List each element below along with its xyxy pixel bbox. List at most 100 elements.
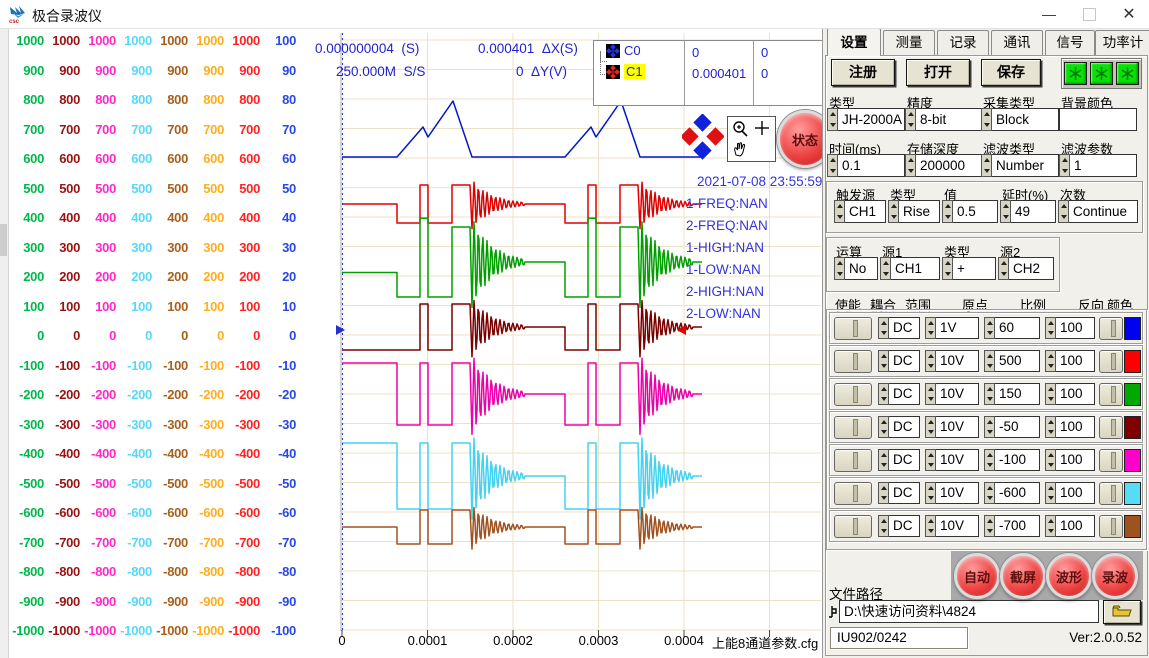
range-field[interactable]: 10V: [925, 482, 979, 504]
time-field[interactable]: 0.1: [827, 154, 905, 177]
coupling-field[interactable]: DC: [878, 515, 920, 537]
tab-signal[interactable]: 信号: [1045, 30, 1095, 55]
coupling-field[interactable]: DC: [878, 416, 920, 438]
nav-diamond-icon[interactable]: [682, 114, 724, 164]
bg-color-field[interactable]: [1059, 108, 1137, 131]
filter-type-field[interactable]: Number: [981, 154, 1059, 177]
spinner-arrows[interactable]: [878, 383, 889, 405]
spinner-arrows[interactable]: [1045, 416, 1056, 438]
invert-toggle[interactable]: [1099, 317, 1123, 340]
origin-field[interactable]: -700: [984, 515, 1040, 537]
spinner-arrows[interactable]: [1045, 350, 1056, 372]
range-field[interactable]: 1V: [925, 317, 979, 339]
zoom-tool-icon[interactable]: [731, 120, 749, 138]
range-field[interactable]: 10V: [925, 383, 979, 405]
spinner-arrows[interactable]: [925, 416, 936, 438]
pan-hand-tool-icon[interactable]: [732, 141, 749, 158]
range-field[interactable]: 10V: [925, 350, 979, 372]
acquire-type-field[interactable]: Block: [981, 108, 1059, 131]
origin-field[interactable]: -50: [984, 416, 1040, 438]
screenshot-button[interactable]: 截屏: [1000, 553, 1046, 599]
coupling-field[interactable]: DC: [878, 482, 920, 504]
origin-field[interactable]: 500: [984, 350, 1040, 372]
coupling-field[interactable]: DC: [878, 317, 920, 339]
spinner-arrows[interactable]: [925, 383, 936, 405]
spinner-arrows[interactable]: [1045, 482, 1056, 504]
invert-toggle[interactable]: [1099, 449, 1123, 472]
scale-field[interactable]: 100: [1045, 482, 1095, 504]
channel-color-swatch[interactable]: [1124, 449, 1141, 472]
channel-color-swatch[interactable]: [1124, 416, 1141, 439]
channel-color-swatch[interactable]: [1124, 383, 1141, 406]
spinner-arrows[interactable]: [878, 317, 889, 339]
origin-field[interactable]: -600: [984, 482, 1040, 504]
cursor-row-c1[interactable]: C10.0004010: [594, 64, 823, 85]
scale-field[interactable]: 100: [1045, 317, 1095, 339]
save-button[interactable]: 保存: [981, 59, 1041, 86]
waveform-button[interactable]: 波形: [1046, 553, 1092, 599]
invert-toggle[interactable]: [1099, 416, 1123, 439]
spinner-arrows[interactable]: [925, 449, 936, 471]
invert-toggle[interactable]: [1099, 383, 1123, 406]
spinner-arrows[interactable]: [878, 350, 889, 372]
tab-power[interactable]: 功率计: [1095, 30, 1149, 55]
maximize-button[interactable]: [1069, 0, 1109, 28]
record-button[interactable]: 录波: [1092, 553, 1138, 599]
spinner-arrows[interactable]: [1045, 317, 1056, 339]
spinner-arrows[interactable]: [925, 350, 936, 372]
channel-color-swatch[interactable]: [1124, 317, 1141, 340]
spinner-arrows[interactable]: [925, 482, 936, 504]
spinner-arrows[interactable]: [827, 108, 838, 131]
spinner-arrows[interactable]: [981, 154, 992, 177]
coupling-field[interactable]: DC: [878, 383, 920, 405]
device-id-field[interactable]: IU902/0242: [830, 627, 968, 649]
spinner-arrows[interactable]: [878, 482, 889, 504]
spinner-arrows[interactable]: [984, 317, 995, 339]
spinner-arrows[interactable]: [981, 108, 992, 131]
coupling-field[interactable]: DC: [878, 449, 920, 471]
type-field[interactable]: JH-2000A: [827, 108, 905, 131]
left-scrollbar-thumb[interactable]: [0, 224, 7, 256]
cursor-move-tool-icon[interactable]: [754, 120, 770, 136]
channel-color-swatch[interactable]: [1124, 515, 1141, 538]
browse-folder-button[interactable]: [1103, 600, 1141, 624]
spinner-arrows[interactable]: [905, 108, 916, 131]
enable-toggle[interactable]: [834, 482, 872, 505]
spinner-arrows[interactable]: [905, 154, 916, 177]
enable-toggle[interactable]: [834, 416, 872, 439]
spinner-arrows[interactable]: [925, 317, 936, 339]
minimize-button[interactable]: —: [1029, 0, 1069, 28]
origin-field[interactable]: 150: [984, 383, 1040, 405]
depth-field[interactable]: 200000: [905, 154, 983, 177]
spinner-arrows[interactable]: [984, 416, 995, 438]
tab-record[interactable]: 记录: [937, 30, 989, 55]
open-button[interactable]: 打开: [906, 59, 970, 86]
invert-toggle[interactable]: [1099, 482, 1123, 505]
spinner-arrows[interactable]: [878, 449, 889, 471]
register-button[interactable]: 注册: [831, 59, 895, 86]
spinner-arrows[interactable]: [878, 515, 889, 537]
spinner-arrows[interactable]: [827, 154, 838, 177]
range-field[interactable]: 10V: [925, 515, 979, 537]
origin-field[interactable]: -100: [984, 449, 1040, 471]
spinner-arrows[interactable]: [984, 383, 995, 405]
coupling-field[interactable]: DC: [878, 350, 920, 372]
origin-field[interactable]: 60: [984, 317, 1040, 339]
scale-field[interactable]: 100: [1045, 350, 1095, 372]
enable-toggle[interactable]: [834, 383, 872, 406]
channel-color-swatch[interactable]: [1124, 350, 1141, 373]
cursor-table[interactable]: C000C10.0004010: [593, 40, 824, 106]
spinner-arrows[interactable]: [1045, 449, 1056, 471]
filter-param-field[interactable]: 1: [1059, 154, 1137, 177]
tab-measure[interactable]: 测量: [883, 30, 935, 55]
spinner-arrows[interactable]: [984, 350, 995, 372]
scale-field[interactable]: 100: [1045, 449, 1095, 471]
range-field[interactable]: 10V: [925, 449, 979, 471]
enable-toggle[interactable]: [834, 350, 872, 373]
spinner-arrows[interactable]: [984, 449, 995, 471]
enable-toggle[interactable]: [834, 317, 872, 340]
channel-color-swatch[interactable]: [1124, 482, 1141, 505]
spinner-arrows[interactable]: [925, 515, 936, 537]
spinner-arrows[interactable]: [984, 482, 995, 504]
scale-field[interactable]: 100: [1045, 383, 1095, 405]
